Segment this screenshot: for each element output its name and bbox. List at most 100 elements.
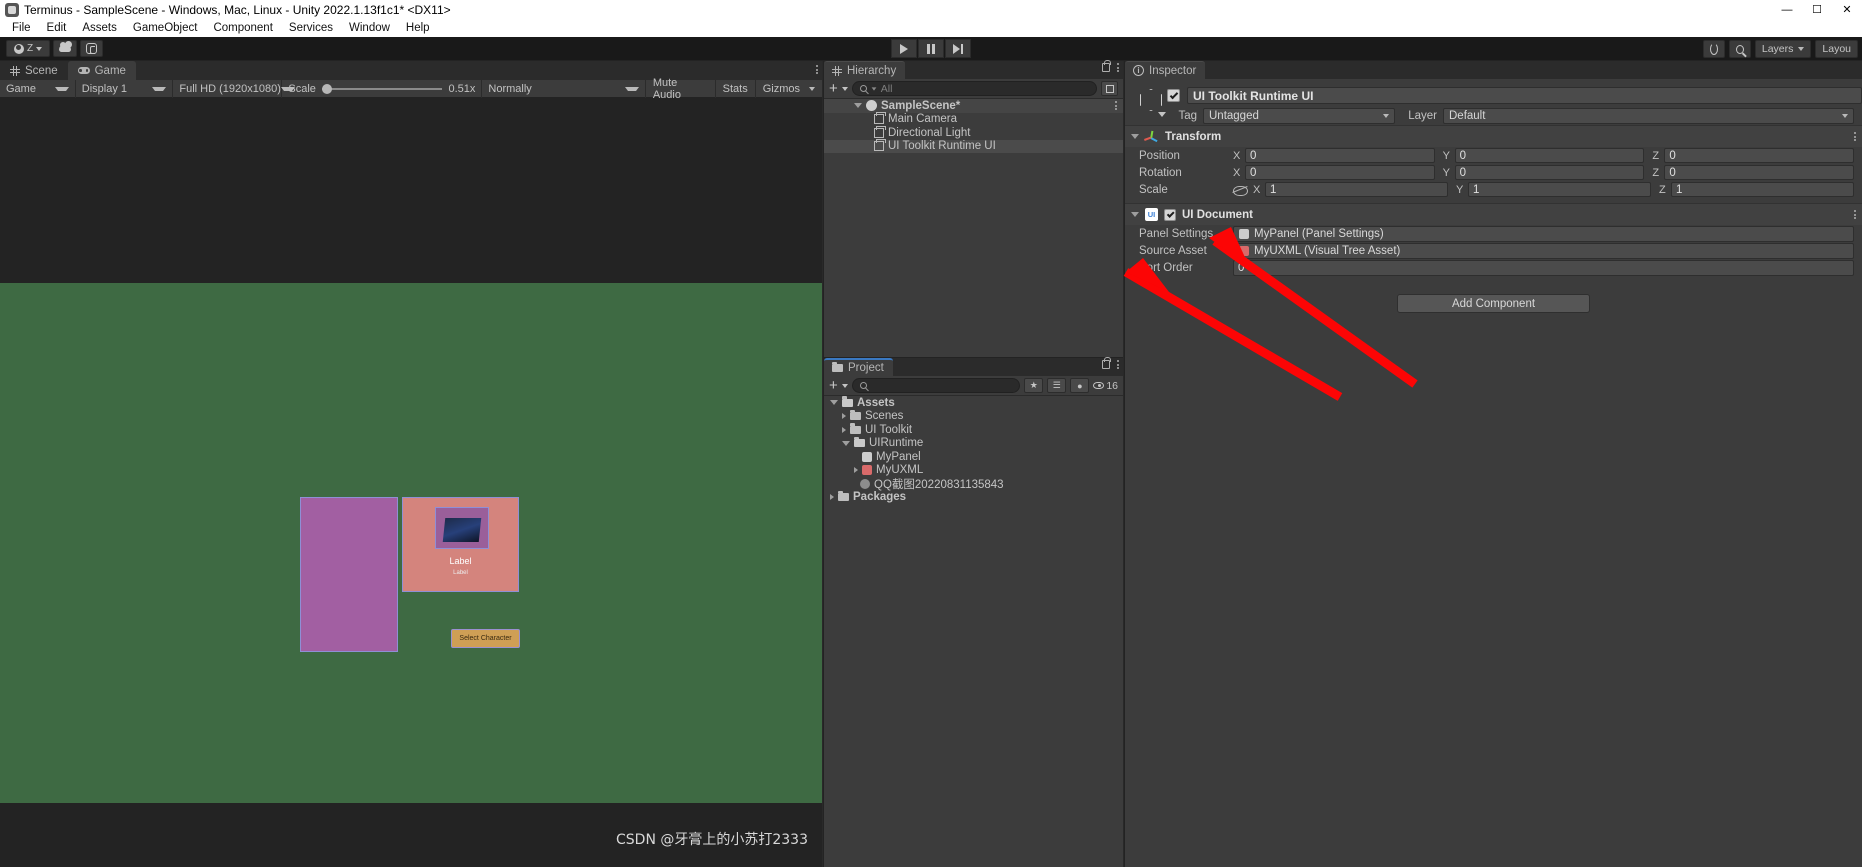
position-z-input[interactable]: 0 — [1664, 148, 1855, 163]
hierarchy-item-ui-toolkit-runtime-ui[interactable]: UI Toolkit Runtime UI — [824, 139, 1123, 153]
menu-item-component[interactable]: Component — [205, 19, 280, 37]
runtime-ui-card[interactable]: Label Label — [402, 497, 519, 592]
tab-project[interactable]: Project — [824, 358, 893, 376]
kebab-menu-icon[interactable] — [816, 65, 818, 74]
kebab-menu-icon[interactable] — [1854, 210, 1856, 219]
lock-icon[interactable] — [1102, 357, 1111, 369]
rotation-z-input[interactable]: 0 — [1664, 165, 1855, 180]
pause-button[interactable] — [918, 39, 944, 58]
object-name-input[interactable]: UI Toolkit Runtime UI — [1187, 87, 1862, 104]
rotation-y-field[interactable]: Y 0 — [1443, 165, 1645, 180]
resolution-dropdown[interactable]: Full HD (1920x1080) — [173, 79, 295, 98]
object-enabled-checkbox[interactable] — [1167, 89, 1180, 102]
tag-dropdown[interactable]: Untagged — [1203, 108, 1395, 124]
layers-dropdown[interactable]: Layers — [1754, 40, 1812, 58]
game-render-canvas[interactable]: Label Label Select Character CSDN @牙膏上的小… — [0, 98, 822, 867]
disclosure-triangle-icon[interactable] — [842, 426, 846, 433]
mute-audio-toggle[interactable]: Mute Audio — [646, 77, 716, 101]
menu-item-gameobject[interactable]: GameObject — [125, 19, 206, 37]
constrain-proportions-icon[interactable] — [1233, 185, 1248, 196]
display-dropdown[interactable]: Display 1 — [76, 79, 174, 98]
scale-z-input[interactable]: 1 — [1671, 182, 1854, 197]
position-y-input[interactable]: 0 — [1454, 148, 1645, 163]
project-add-button[interactable]: + — [829, 378, 838, 393]
project-filter-favorite-button[interactable]: ★ — [1024, 378, 1044, 393]
disclosure-triangle-icon[interactable] — [854, 467, 858, 474]
slider-knob[interactable] — [321, 83, 332, 94]
menu-item-file[interactable]: File — [4, 19, 39, 37]
project-item-mypanel[interactable]: MyPanel — [824, 450, 1123, 464]
cloud-services-button[interactable] — [53, 40, 77, 57]
scale-z-field[interactable]: Z 1 — [1659, 182, 1854, 197]
kebab-menu-icon[interactable] — [1115, 101, 1117, 111]
project-filter-type-button[interactable]: ☰ — [1047, 378, 1067, 393]
close-button[interactable]: ✕ — [1832, 0, 1862, 19]
undo-history-button[interactable] — [1702, 40, 1725, 58]
transform-header[interactable]: Transform — [1125, 126, 1862, 147]
scale-x-input[interactable]: 1 — [1265, 182, 1448, 197]
position-x-field[interactable]: X 0 — [1233, 148, 1435, 163]
menu-item-help[interactable]: Help — [398, 19, 438, 37]
step-button[interactable] — [945, 39, 971, 58]
panel-settings-object-field[interactable]: MyPanel (Panel Settings) — [1233, 225, 1854, 242]
ui-document-header[interactable]: UI UI Document — [1125, 204, 1862, 225]
maximize-button[interactable]: ☐ — [1802, 0, 1832, 19]
tab-game[interactable]: Game — [67, 61, 136, 80]
select-character-button[interactable]: Select Character — [451, 629, 520, 648]
project-filter-label-button[interactable]: ● — [1070, 378, 1090, 393]
rotation-x-field[interactable]: X 0 — [1233, 165, 1435, 180]
disclosure-triangle-icon[interactable] — [1131, 212, 1139, 217]
disclosure-triangle-icon[interactable] — [830, 494, 834, 501]
disclosure-triangle-icon[interactable] — [854, 103, 862, 109]
sort-order-input[interactable]: 0 — [1233, 259, 1854, 276]
kebab-menu-icon[interactable] — [1117, 63, 1119, 72]
tab-hierarchy[interactable]: Hierarchy — [824, 61, 906, 79]
tab-scene[interactable]: Scene — [0, 61, 68, 80]
hierarchy-item-main-camera[interactable]: Main Camera — [824, 112, 1123, 127]
project-item-qq-screenshot[interactable]: QQ截图20220831135843 — [824, 477, 1123, 491]
position-x-input[interactable]: 0 — [1245, 148, 1435, 163]
project-item-uiruntime[interactable]: UIRuntime — [824, 436, 1123, 451]
project-item-scenes[interactable]: Scenes — [824, 409, 1123, 424]
scale-x-field[interactable]: X 1 — [1253, 182, 1448, 197]
scale-y-input[interactable]: 1 — [1468, 182, 1651, 197]
menu-item-services[interactable]: Services — [281, 19, 341, 37]
position-z-field[interactable]: Z 0 — [1652, 148, 1855, 163]
stats-toggle[interactable]: Stats — [716, 79, 756, 98]
rotation-z-field[interactable]: Z 0 — [1652, 165, 1855, 180]
hierarchy-add-button[interactable]: + — [829, 81, 838, 96]
disclosure-triangle-icon[interactable] — [1131, 134, 1139, 139]
scale-slider[interactable] — [321, 83, 443, 94]
chevron-down-icon[interactable] — [841, 383, 848, 388]
add-component-button[interactable]: Add Component — [1397, 294, 1590, 313]
disclosure-triangle-icon[interactable] — [842, 413, 846, 420]
hierarchy-item-directional-light[interactable]: Directional Light — [824, 125, 1123, 140]
menu-item-edit[interactable]: Edit — [39, 19, 75, 37]
project-search-input[interactable] — [851, 378, 1021, 393]
project-item-assets[interactable]: Assets — [824, 396, 1123, 410]
source-asset-object-field[interactable]: MyUXML (Visual Tree Asset) — [1233, 242, 1854, 259]
gizmos-dropdown[interactable]: Gizmos — [756, 80, 822, 98]
disclosure-triangle-icon[interactable] — [842, 440, 850, 446]
collab-button[interactable] — [80, 40, 103, 57]
hierarchy-popout-button[interactable] — [1101, 81, 1118, 96]
project-item-packages[interactable]: Packages — [824, 490, 1123, 505]
tab-inspector[interactable]: i Inspector — [1125, 61, 1206, 79]
game-target-dropdown[interactable]: Game — [0, 79, 76, 98]
position-y-field[interactable]: Y 0 — [1443, 148, 1645, 163]
layout-dropdown[interactable]: Layou — [1815, 40, 1858, 58]
ui-document-enabled-checkbox[interactable] — [1164, 208, 1176, 221]
play-mode-dropdown[interactable]: Normally — [482, 79, 646, 98]
disclosure-triangle-icon[interactable] — [830, 400, 838, 406]
runtime-ui-left-panel[interactable] — [300, 497, 398, 652]
menu-item-window[interactable]: Window — [341, 19, 398, 37]
hierarchy-item-samplescene[interactable]: SampleScene* — [824, 99, 1123, 113]
chevron-down-icon[interactable] — [841, 86, 848, 91]
hierarchy-search-input[interactable]: All — [851, 81, 1097, 96]
rotation-x-input[interactable]: 0 — [1245, 165, 1435, 180]
kebab-menu-icon[interactable] — [1117, 360, 1119, 369]
layer-dropdown[interactable]: Default — [1443, 108, 1854, 124]
search-button[interactable] — [1728, 40, 1751, 58]
kebab-menu-icon[interactable] — [1854, 132, 1856, 141]
play-button[interactable] — [891, 39, 917, 58]
